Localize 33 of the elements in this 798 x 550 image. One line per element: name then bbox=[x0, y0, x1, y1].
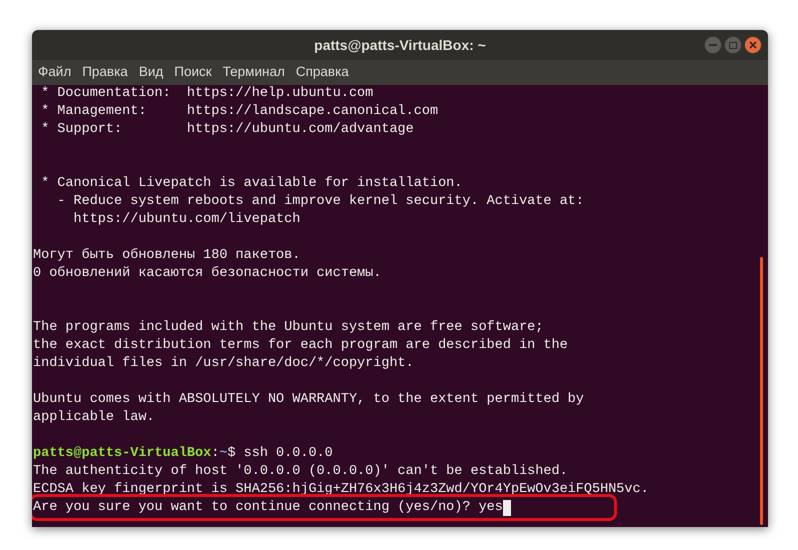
terminal-text: 0 обновлений касаются безопасности системы. bbox=[33, 266, 382, 281]
terminal-text: Are you sure you want to continue connecting (yes/no)? bbox=[33, 499, 470, 517]
terminal-text: * Documentation: https://help.ubuntu.com bbox=[40, 86, 374, 101]
close-button[interactable] bbox=[744, 36, 762, 54]
prompt-user-host: patts@patts-VirtualBox bbox=[33, 445, 212, 463]
terminal-text: The authenticity of host '0.0.0.0 (0.0.0.0)' can't be established. bbox=[33, 464, 568, 479]
terminal-text: Могут быть обновлены 180 пакетов. bbox=[33, 248, 300, 263]
terminal-text: Ubuntu comes with ABSOLUTELY NO WARRANTY, to the extent permitted by bbox=[33, 392, 584, 407]
close-icon bbox=[749, 41, 757, 49]
prompt-separator: : bbox=[211, 445, 220, 463]
terminal-text: * Support: https://ubuntu.com/advantage bbox=[40, 122, 414, 137]
terminal-text: The programs included with the Ubuntu system are free software; bbox=[33, 320, 544, 335]
terminal-text: applicable law. bbox=[33, 410, 155, 425]
terminal-text: the exact distribution terms for each program are described in the bbox=[33, 338, 568, 353]
menu-item[interactable]: Правка bbox=[82, 62, 128, 83]
prompt-path: ~ bbox=[219, 445, 228, 463]
menu-item[interactable]: Справка bbox=[296, 62, 349, 83]
terminal-text: * Canonical Livepatch is available for installation. bbox=[40, 176, 462, 191]
typed-answer: yes bbox=[478, 499, 503, 517]
terminal-text: - Reduce system reboots and improve kernel security. Activate at: bbox=[56, 194, 584, 209]
menu-item[interactable]: Вид bbox=[138, 62, 164, 83]
menu-item[interactable]: Терминал bbox=[222, 62, 285, 83]
window-title: patts@patts-VirtualBox: ~ bbox=[314, 36, 486, 55]
terminal-text: individual files in /usr/share/doc/*/copyright. bbox=[33, 356, 414, 371]
maximize-button[interactable] bbox=[724, 36, 742, 54]
terminal-text: ECDSA key fingerprint is SHA256:hjGig+ZH76x3H6j4z3Zwd/YOr4YpEwOv3eiFQ5HN5vc. bbox=[33, 482, 649, 497]
menu-item[interactable]: Файл bbox=[38, 62, 72, 83]
terminal-text: * Management: https://landscape.canonical.com bbox=[40, 104, 438, 119]
terminal-text: https://ubuntu.com/livepatch bbox=[72, 212, 300, 227]
terminal-command: $ ssh 0.0.0.0 bbox=[227, 445, 333, 463]
scrollbar-thumb[interactable] bbox=[760, 257, 763, 525]
minimize-button[interactable] bbox=[704, 36, 722, 54]
menu-item[interactable]: Поиск bbox=[174, 62, 212, 83]
